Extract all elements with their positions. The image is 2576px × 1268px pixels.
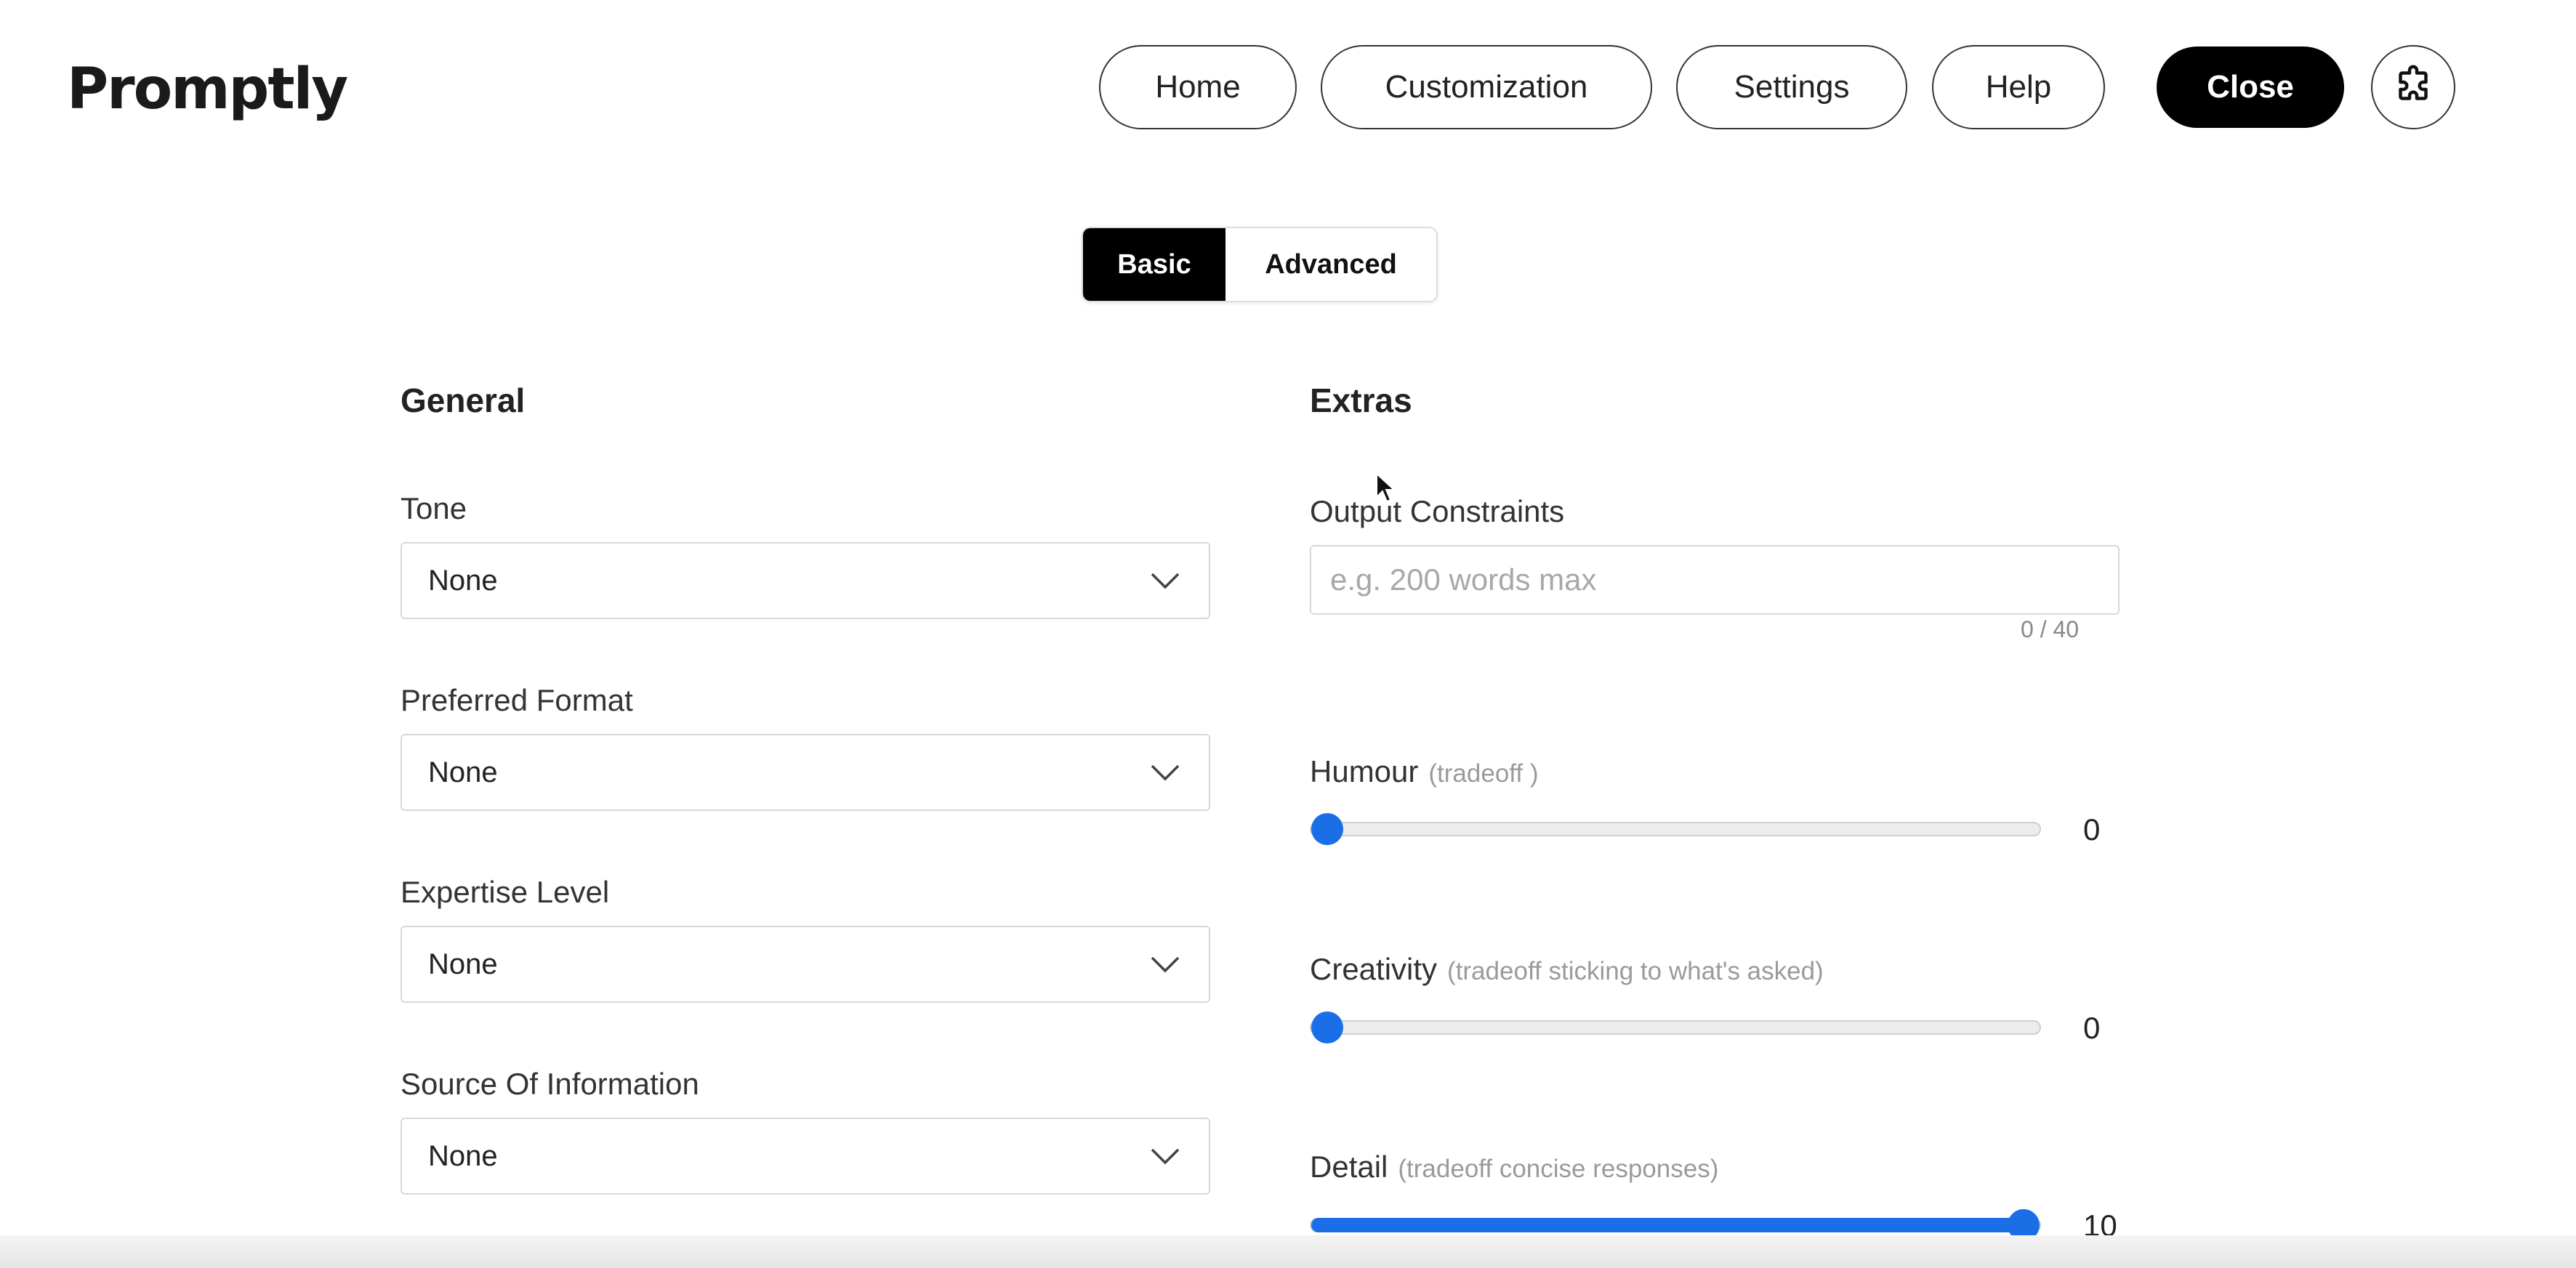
extras-heading: Extras xyxy=(1310,381,1412,419)
basic-tab[interactable]: Basic xyxy=(1083,228,1225,301)
creativity-slider-thumb[interactable] xyxy=(1311,1011,1343,1043)
output-constraints-label: Output Constraints xyxy=(1310,494,1565,528)
humour-slider-thumb[interactable] xyxy=(1311,813,1343,845)
preferred-format-value: None xyxy=(428,756,498,788)
bottom-edge xyxy=(0,1235,2576,1268)
extension-button[interactable] xyxy=(2371,45,2455,129)
detail-slider[interactable] xyxy=(1310,1209,2041,1241)
creativity-label-text: Creativity xyxy=(1310,952,1438,986)
detail-slider-label: Detail (tradeoff concise responses) xyxy=(1310,1150,1718,1184)
expertise-level-label: Expertise Level xyxy=(401,875,610,909)
humour-label-text: Humour xyxy=(1310,754,1419,788)
creativity-value: 0 xyxy=(2083,1011,2101,1045)
customization-page: Promptly Home Customization Settings Hel… xyxy=(0,0,2576,1268)
chevron-down-icon xyxy=(1149,1145,1181,1171)
tone-label: Tone xyxy=(401,491,467,525)
puzzle-icon xyxy=(2391,64,2435,111)
nav-help-button[interactable]: Help xyxy=(1932,45,2105,129)
humour-slider[interactable] xyxy=(1310,813,2041,845)
mode-toggle: Basic Advanced xyxy=(1082,227,1438,302)
detail-slider-fill xyxy=(1311,1218,2024,1232)
chevron-down-icon xyxy=(1149,953,1181,979)
nav-settings-button[interactable]: Settings xyxy=(1676,45,1907,129)
mouse-cursor-icon xyxy=(1375,472,1397,506)
source-of-information-select[interactable]: None xyxy=(401,1118,1210,1195)
output-constraints-field[interactable] xyxy=(1310,545,2120,615)
close-button[interactable]: Close xyxy=(2157,47,2344,128)
character-counter: 0 / 40 xyxy=(2021,616,2080,642)
nav-home-button[interactable]: Home xyxy=(1099,45,1297,129)
humour-hint: (tradeoff ) xyxy=(1428,759,1539,788)
tone-value: None xyxy=(428,564,498,597)
advanced-tab[interactable]: Advanced xyxy=(1225,228,1436,301)
expertise-level-select[interactable]: None xyxy=(401,926,1210,1003)
chevron-down-icon xyxy=(1149,762,1181,787)
creativity-hint: (tradeoff sticking to what's asked) xyxy=(1447,957,1824,985)
detail-hint: (tradeoff concise responses) xyxy=(1398,1155,1719,1183)
preferred-format-select[interactable]: None xyxy=(401,734,1210,811)
general-heading: General xyxy=(401,381,526,419)
output-constraints-input[interactable] xyxy=(1329,562,2102,598)
preferred-format-label: Preferred Format xyxy=(401,683,633,717)
source-of-information-label: Source Of Information xyxy=(401,1067,699,1101)
app-logo: Promptly xyxy=(67,57,348,122)
creativity-slider[interactable] xyxy=(1310,1011,2041,1043)
chevron-down-icon xyxy=(1149,570,1181,595)
source-of-information-value: None xyxy=(428,1139,498,1172)
tone-select[interactable]: None xyxy=(401,542,1210,619)
humour-value: 0 xyxy=(2083,812,2101,847)
humour-slider-label: Humour (tradeoff ) xyxy=(1310,754,1538,789)
creativity-slider-label: Creativity (tradeoff sticking to what's a… xyxy=(1310,952,1824,987)
expertise-level-value: None xyxy=(428,948,498,980)
nav-customization-button[interactable]: Customization xyxy=(1321,45,1652,129)
detail-label-text: Detail xyxy=(1310,1150,1388,1184)
